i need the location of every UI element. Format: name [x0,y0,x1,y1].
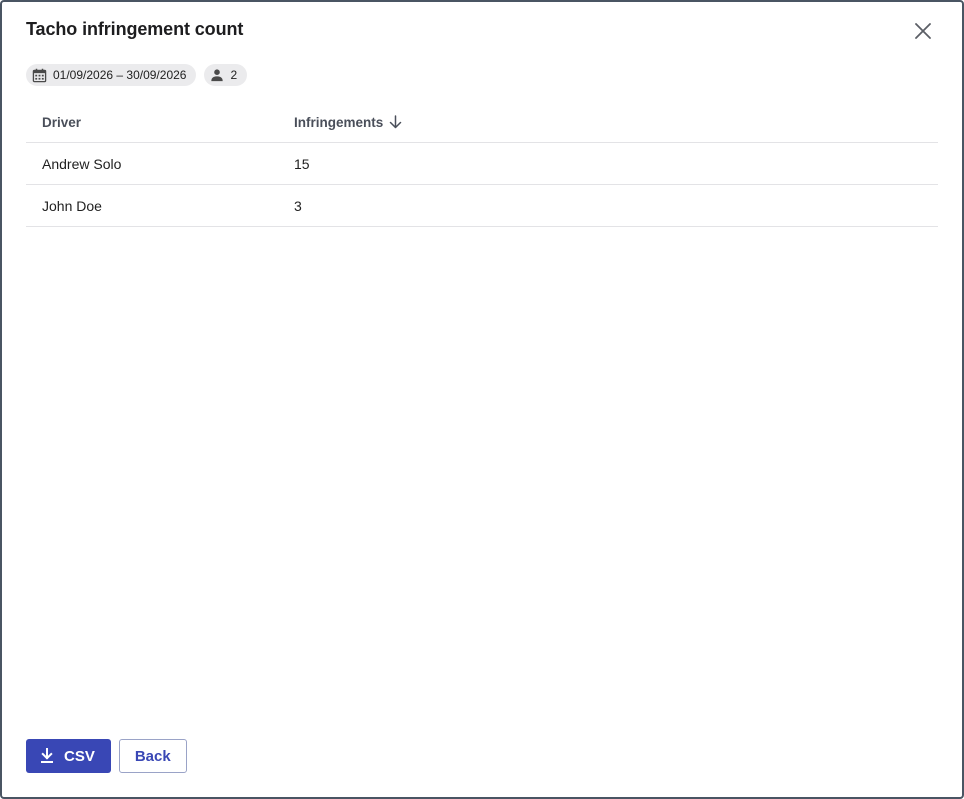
column-header-label: Driver [42,114,82,130]
close-button[interactable] [912,20,934,42]
arrow-down-icon [390,115,402,129]
infringements-cell: 15 [278,142,938,185]
download-icon [41,748,53,763]
person-icon [211,69,224,82]
infringement-table: Driver Infringements Andrew Solo 15 John… [26,102,938,227]
driver-cell: John Doe [26,184,278,227]
dialog-title: Tacho infringement count [26,19,244,39]
csv-download-button[interactable]: CSV [26,739,111,773]
table-row[interactable]: John Doe 3 [26,184,938,227]
table-row[interactable]: Andrew Solo 15 [26,142,938,185]
filter-chips: 01/09/2026 – 30/09/2026 2 [26,64,248,86]
date-range-chip[interactable]: 01/09/2026 – 30/09/2026 [26,64,197,86]
csv-button-label: CSV [64,747,95,765]
date-range-label: 01/09/2026 – 30/09/2026 [53,68,187,82]
calendar-icon [32,68,47,82]
infringements-cell: 3 [278,184,938,227]
driver-cell: Andrew Solo [26,142,278,185]
dialog-footer: CSV Back [26,739,187,773]
column-header-infringements[interactable]: Infringements [278,102,938,143]
close-icon [915,23,931,39]
column-header-driver[interactable]: Driver [26,102,278,143]
report-dialog: Tacho infringement count 01/09/2026 – 30… [0,0,964,799]
back-button[interactable]: Back [118,739,187,773]
back-button-label: Back [134,747,171,765]
column-header-label: Infringements [294,114,384,130]
drivers-count-label: 2 [230,68,238,82]
drivers-chip[interactable]: 2 [204,64,248,86]
table-header-row: Driver Infringements [26,102,938,143]
